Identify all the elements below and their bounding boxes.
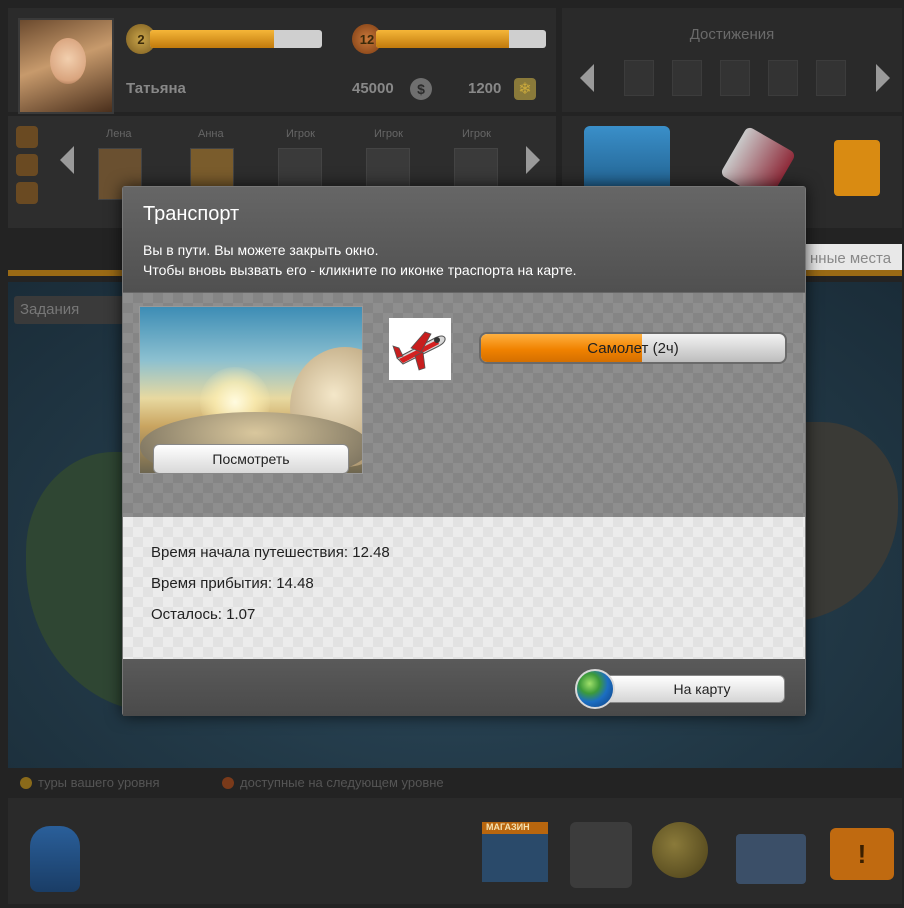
dialog-subtitle-line2: Чтобы вновь вызвать его - кликните по ик… [143,262,577,278]
coin-icon: $ [410,78,432,100]
player-panel: 2 12 Татьяна 45000 $ 1200 ❄ [8,8,556,114]
shop-label: МАГАЗИН [486,822,530,832]
legend-current-level: туры вашего уровня [38,775,160,790]
achievement-slot[interactable] [768,60,798,96]
friend-name: Анна [198,128,224,140]
level-value: 2 [137,31,145,47]
transport-dialog: Транспорт Вы в пути. Вы можете закрыть о… [122,186,806,716]
travel-start-time: Время начала путешествия: 12.48 [151,544,390,561]
friend-name: Лена [106,128,132,140]
achievement-slot[interactable] [816,60,846,96]
travel-progress-label: Самолет (2ч) [587,339,679,357]
achievements-title: Достижения [689,26,775,43]
bottom-toolbar: МАГАЗИН ! [8,798,902,904]
dialog-subtitle-line1: Вы в пути. Вы можете закрыть окно. [143,242,379,258]
search-icon[interactable] [16,182,38,204]
level-progress-bar [150,30,322,48]
next-level-dot-icon [222,777,234,789]
leaderboard-icon[interactable] [736,834,806,884]
dialog-title: Транспорт [143,203,240,225]
dialog-transport-section: Посмотреть Самолет (2ч) [123,293,805,517]
friends-prev-icon[interactable] [60,146,74,174]
globe-icon[interactable] [575,669,615,709]
dialog-footer: На карту [123,659,805,716]
refresh-icon[interactable] [16,126,38,148]
view-button[interactable]: Посмотреть [153,444,349,474]
achievements-prev-icon[interactable] [580,64,594,92]
coins-value: 45000 [352,80,394,97]
achievement-slot[interactable] [624,60,654,96]
achievement-slot[interactable] [720,60,750,96]
current-level-dot-icon [20,777,32,789]
alert-icon[interactable]: ! [830,828,894,880]
airplane-icon [389,318,451,380]
achievements-panel: Достижения [562,8,902,112]
map-legend: туры вашего уровня доступные на следующе… [8,770,902,796]
to-map-button[interactable]: На карту [601,675,785,703]
travel-arrival-time: Время прибытия: 14.48 [151,575,314,592]
achievements-next-icon[interactable] [876,64,890,92]
friend-name: Игрок [462,128,491,140]
travel-info: Время начала путешествия: 12.48 Время пр… [123,517,805,659]
snowflakes-value: 1200 [468,80,502,97]
travel-remaining-time: Осталось: 1.07 [151,606,256,623]
snowflake-icon: ❄ [514,78,536,100]
friend-name: Игрок [374,128,403,140]
travel-progress-bar: Самолет (2ч) [479,332,787,364]
shop-icon[interactable]: МАГАЗИН [482,822,548,882]
safe-icon[interactable] [570,822,632,888]
shopping-bag-icon[interactable] [834,140,880,196]
player-name: Татьяна [126,80,186,97]
legend-next-level: доступные на следующем уровне [240,775,444,790]
star-icon[interactable] [16,154,38,176]
tasks-dropdown[interactable]: Задания [14,296,124,324]
avatar[interactable] [18,18,114,114]
dialog-header: Транспорт Вы в пути. Вы можете закрыть о… [123,187,805,293]
hearts-value: 12 [359,31,375,47]
globe-icon[interactable] [652,822,708,878]
friends-next-icon[interactable] [526,146,540,174]
achievement-slot[interactable] [672,60,702,96]
hearts-progress-bar [376,30,546,48]
friend-name: Игрок [286,128,315,140]
friends-icon[interactable] [30,826,80,892]
